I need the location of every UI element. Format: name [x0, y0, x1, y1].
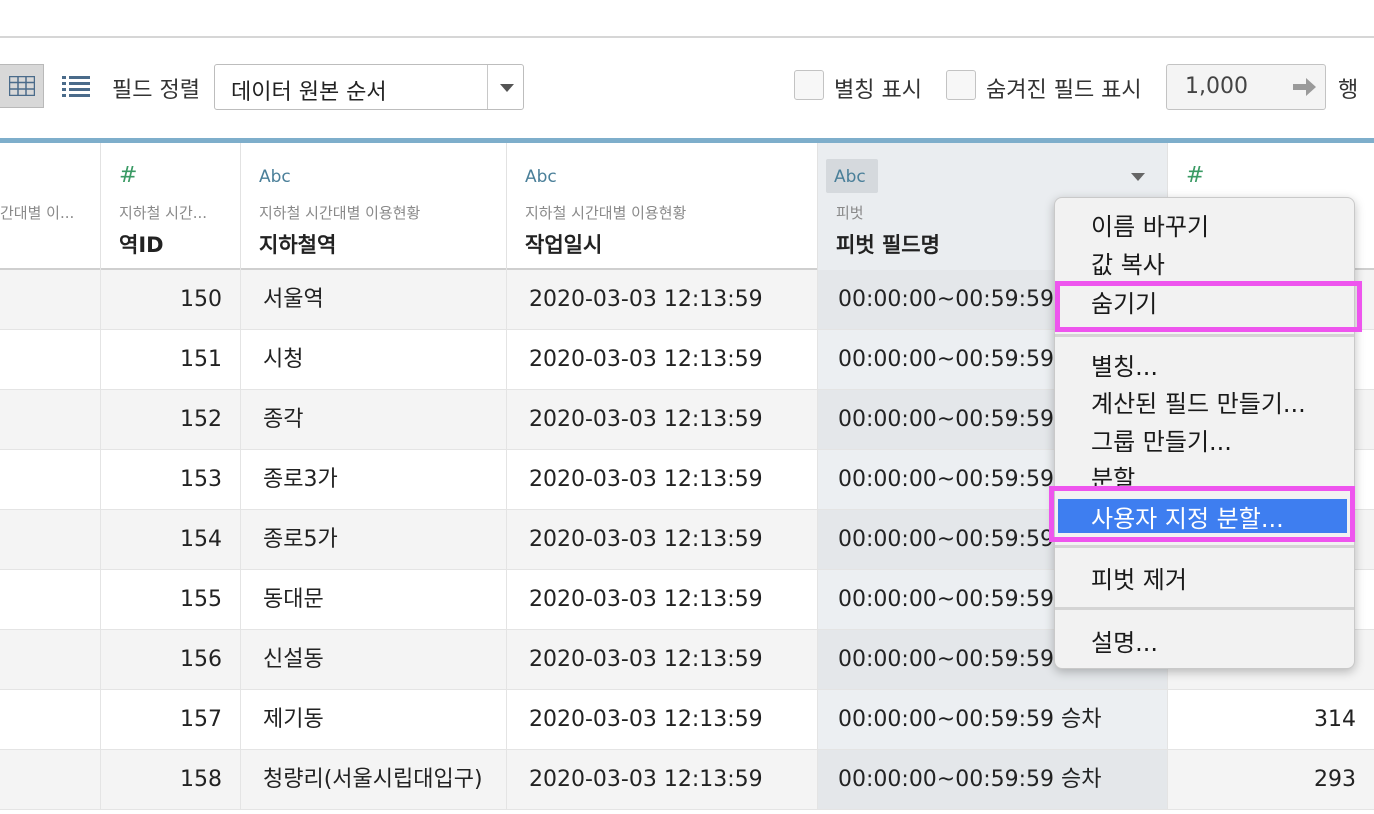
cell-blank	[0, 750, 101, 809]
dropdown-arrow-icon	[500, 84, 514, 92]
row-count-value: 1,000	[1185, 74, 1248, 99]
cell-blank	[0, 630, 101, 689]
number-type-icon[interactable]: #	[1186, 163, 1204, 188]
column-name: 작업일시	[525, 233, 603, 257]
cell-blank	[0, 570, 101, 629]
sort-fields-label: 필드 정렬	[112, 78, 200, 103]
column-header-station[interactable]: Abc 지하철 시간대별 이용현황 지하철역	[241, 143, 507, 270]
cell-station-id: 150	[101, 270, 241, 329]
select-divider	[487, 65, 488, 109]
cell-value: 293	[1314, 767, 1356, 792]
menu-item-alias[interactable]: 별칭...	[1091, 347, 1158, 382]
cell-pivot-field: 00:00:00~00:59:59 승차	[818, 690, 1168, 749]
cell-blank	[0, 690, 101, 749]
cell-station-id: 153	[101, 450, 241, 509]
cell-datetime: 2020-03-03 12:13:59	[507, 330, 818, 389]
menu-item-rename[interactable]: 이름 바꾸기	[1091, 207, 1209, 242]
table-row: 158 청량리(서울시립대입구) 2020-03-03 12:13:59 00:00:…	[0, 750, 1374, 810]
string-type-icon[interactable]: Abc	[834, 167, 866, 187]
cell-datetime: 2020-03-03 12:13:59	[507, 570, 818, 629]
column-name: 피벗 필드명	[836, 233, 940, 257]
list-view-icon	[62, 76, 90, 97]
cell-station-id: 156	[101, 630, 241, 689]
cell-station: 동대문	[241, 570, 507, 629]
row-count-input[interactable]: 1,000	[1166, 64, 1326, 110]
column-menu-arrow-icon[interactable]	[1131, 173, 1145, 181]
menu-item-describe[interactable]: 설명...	[1091, 623, 1158, 658]
cell-datetime: 2020-03-03 12:13:59	[507, 390, 818, 449]
column-context-menu: 이름 바꾸기 값 복사 숨기기 별칭... 계산된 필드 만들기... 그룹 만…	[1054, 197, 1355, 669]
show-aliases-checkbox[interactable]	[794, 70, 824, 100]
sort-order-value: 데이터 원본 순서	[231, 80, 387, 105]
column-source: 지하철 시간...	[119, 204, 208, 222]
cell-value: 314	[1314, 707, 1356, 732]
cell-station: 신설동	[241, 630, 507, 689]
column-source: 피벗	[836, 204, 864, 222]
cell-datetime: 2020-03-03 12:13:59	[507, 690, 818, 749]
menu-separator	[1055, 334, 1354, 337]
cell-datetime: 2020-03-03 12:13:59	[507, 450, 818, 509]
column-source: 지하철 시간대별 이용현황	[525, 204, 687, 222]
cell-blank	[0, 330, 101, 389]
menu-separator	[1055, 545, 1354, 548]
number-type-icon[interactable]: #	[119, 163, 137, 188]
cell-datetime: 2020-03-03 12:13:59	[507, 510, 818, 569]
show-aliases-label: 별칭 표시	[834, 78, 922, 103]
menu-item-copy-values[interactable]: 값 복사	[1091, 245, 1165, 280]
cell-station-id: 151	[101, 330, 241, 389]
cell-station: 종로5가	[241, 510, 507, 569]
show-hidden-fields-checkbox[interactable]	[946, 70, 976, 100]
list-view-button[interactable]	[54, 64, 98, 108]
cell-station-id: 158	[101, 750, 241, 809]
column-source: 간대별 이...	[0, 204, 75, 222]
column-header-datetime[interactable]: Abc 지하철 시간대별 이용현황 작업일시	[507, 143, 818, 270]
cell-station-id: 155	[101, 570, 241, 629]
cell-station: 종로3가	[241, 450, 507, 509]
sort-order-select[interactable]: 데이터 원본 순서	[214, 64, 524, 110]
string-type-icon[interactable]: Abc	[525, 167, 557, 187]
cell-station-id: 152	[101, 390, 241, 449]
cell-blank	[0, 510, 101, 569]
cell-blank	[0, 390, 101, 449]
column-header-0[interactable]: 간대별 이...	[0, 143, 101, 270]
column-source: 지하철 시간대별 이용현황	[259, 204, 421, 222]
cell-station: 서울역	[241, 270, 507, 329]
table-row: 157 제기동 2020-03-03 12:13:59 00:00:00~00:59:…	[0, 690, 1374, 750]
rows-unit-label: 행	[1338, 78, 1359, 103]
grid-view-icon	[8, 76, 35, 96]
arrow-right-icon[interactable]	[1293, 77, 1317, 101]
top-bar	[0, 0, 1374, 38]
cell-datetime: 2020-03-03 12:13:59	[507, 630, 818, 689]
string-type-icon[interactable]: Abc	[259, 167, 291, 187]
menu-item-create-group[interactable]: 그룹 만들기...	[1091, 422, 1232, 457]
cell-datetime: 2020-03-03 12:13:59	[507, 270, 818, 329]
menu-item-remove-pivot[interactable]: 피벗 제거	[1091, 560, 1187, 595]
cell-station: 청량리(서울시립대입구)	[241, 750, 507, 809]
cell-datetime: 2020-03-03 12:13:59	[507, 750, 818, 809]
highlight-hide-item	[1055, 281, 1362, 332]
cell-blank	[0, 450, 101, 509]
menu-item-create-calculated-field[interactable]: 계산된 필드 만들기...	[1091, 384, 1306, 419]
cell-station-id: 157	[101, 690, 241, 749]
menu-separator	[1055, 607, 1354, 610]
column-name: 지하철역	[259, 233, 337, 257]
show-hidden-fields-label: 숨겨진 필드 표시	[986, 78, 1142, 103]
grid-view-button[interactable]	[0, 64, 44, 108]
column-header-station-id[interactable]: # 지하철 시간... 역ID	[101, 143, 241, 270]
cell-station: 제기동	[241, 690, 507, 749]
cell-station: 시청	[241, 330, 507, 389]
highlight-custom-split-item	[1049, 486, 1355, 542]
cell-blank	[0, 270, 101, 329]
cell-station-id: 154	[101, 510, 241, 569]
cell-pivot-field: 00:00:00~00:59:59 승차	[818, 750, 1168, 809]
column-name: 역ID	[119, 233, 164, 257]
cell-station: 종각	[241, 390, 507, 449]
